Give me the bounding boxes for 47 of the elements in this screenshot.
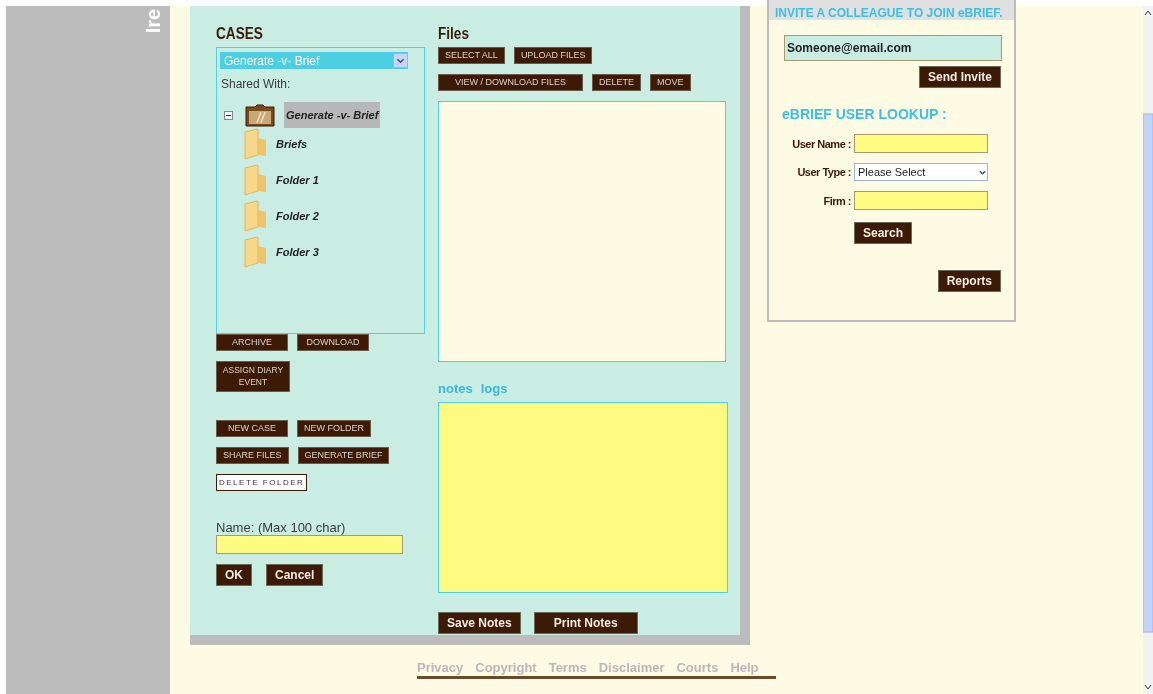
action-button[interactable]: GENERATE BRIEF [297,447,390,464]
file-button[interactable]: VIEW / DOWNLOAD FILES [438,74,583,91]
action-button[interactable]: DOWNLOAD [297,334,369,351]
scrollbar[interactable] [1143,6,1153,694]
files-heading: Files [438,25,469,44]
file-button[interactable]: DELETE [592,74,641,91]
lookup-heading: eBRIEF USER LOOKUP : [782,106,948,122]
name-label: Name: (Max 100 char) [216,520,346,535]
reports-button[interactable]: Reports [937,270,1001,292]
cases-heading: CASES [216,25,263,44]
action-button[interactable]: SHARE FILES [216,447,289,464]
folder-icon [244,200,268,232]
tree-item[interactable]: Folder 1 [274,167,321,193]
email-field[interactable]: Someone@email.com [784,35,1002,61]
side-label: Ire [140,7,165,35]
field-label: User Type : [796,166,851,178]
name-field[interactable] [216,535,403,554]
field-label: Firm : [822,194,851,207]
user-type-select[interactable]: Please Select [854,163,988,181]
collapse-icon[interactable] [224,110,233,120]
delete-folder-button[interactable]: DELETE FOLDER [216,474,308,491]
folder-icon [244,236,268,268]
tree-item[interactable]: Folder 3 [274,239,321,265]
file-button[interactable]: MOVE [650,74,691,91]
field-label: User Name : [791,137,851,150]
action-button[interactable]: NEW CASE [216,420,288,437]
ok-button[interactable]: OK [216,564,252,586]
notes-button[interactable]: Print Notes [533,612,638,634]
folder-icon [244,164,268,196]
tree-item[interactable]: Generate -v- Brief [284,102,381,128]
file-button[interactable]: SELECT ALL [438,47,505,64]
lookup-field[interactable] [854,134,988,153]
invite-heading: INVITE A COLLEAGUE TO JOIN eBRIEF. [769,0,1014,20]
folder-icon [244,128,268,160]
action-button[interactable]: NEW FOLDER [297,420,371,437]
send-invite-button[interactable]: Send Invite [919,66,1001,88]
tree-item[interactable]: Folder 2 [274,203,321,229]
notes-button[interactable]: Save Notes [438,612,521,634]
tree-item[interactable]: Briefs [274,131,310,157]
action-button[interactable]: ARCHIVE [216,334,288,351]
action-button[interactable]: ASSIGN DIARY EVENT [216,361,290,392]
shared-with-label: Shared With: [221,77,292,91]
cancel-button[interactable]: Cancel [266,564,324,586]
case-folder-icon [245,103,275,127]
file-button[interactable]: UPLOAD FILES [513,47,593,64]
search-button[interactable]: Search [854,222,913,244]
lookup-field[interactable] [854,191,988,210]
